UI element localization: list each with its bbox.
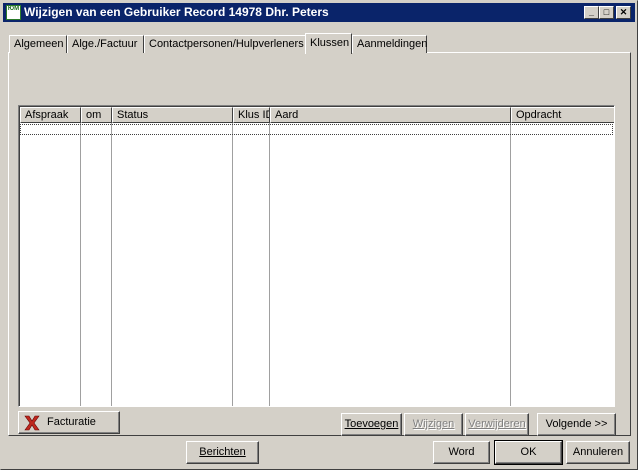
ok-label: OK [520,446,537,458]
berichten-label: Berichten [199,446,246,458]
title-bar[interactable]: ЮМ Wijzigen van een Gebruiker Record 149… [3,3,635,22]
maximize-button[interactable]: □ [599,6,614,19]
column-header-aard[interactable]: Aard [270,107,511,123]
klussen-grid[interactable]: Afspraak om Status Klus ID Aard Opdracht [18,105,615,407]
column-divider [111,123,112,406]
tab-algemeen[interactable]: Algemeen [9,35,67,53]
red-x-icon [24,415,40,431]
tab-contactpersonen[interactable]: Contactpersonen/Hulpverleners [144,35,307,53]
tab-aanmeldingen[interactable]: Aanmeldingen [352,35,427,53]
facturatie-label: Facturatie [47,416,96,428]
column-header-status[interactable]: Status [112,107,233,123]
minimize-button[interactable]: _ [584,6,599,19]
column-header-opdracht[interactable]: Opdracht [511,107,614,123]
verwijderen-button[interactable]: Verwijderen [465,413,529,436]
tab-klussen[interactable]: Klussen [305,33,352,54]
toevoegen-label: Toevoegen [344,418,399,430]
table-row[interactable] [20,124,613,135]
app-icon: ЮМ [6,5,21,20]
column-header-om[interactable]: om [81,107,112,123]
volgende-label: Volgende >> [545,418,608,430]
verwijderen-label: Verwijderen [468,418,526,430]
annuleren-label: Annuleren [572,446,624,458]
column-divider [232,123,233,406]
column-header-klus-id[interactable]: Klus ID [233,107,270,123]
berichten-button[interactable]: Berichten [186,441,259,464]
word-button[interactable]: Word [433,441,490,464]
close-button[interactable]: ✕ [616,6,631,19]
tab-alge-factuur[interactable]: Alge./Factuur [67,35,144,53]
column-divider [510,123,511,406]
column-header-afspraak[interactable]: Afspraak [20,107,81,123]
ok-button[interactable]: OK [494,440,563,465]
dialog-window: ЮМ Wijzigen van een Gebruiker Record 149… [0,0,638,470]
column-divider [80,123,81,406]
facturatie-button[interactable]: Facturatie [18,411,120,434]
wijzigen-button[interactable]: Wijzigen [404,413,463,436]
annuleren-button[interactable]: Annuleren [566,441,630,464]
toevoegen-button[interactable]: Toevoegen [341,413,402,436]
window-title: Wijzigen van een Gebruiker Record 14978 … [24,5,329,19]
volgende-button[interactable]: Volgende >> [537,413,616,436]
column-divider [269,123,270,406]
wijzigen-label: Wijzigen [412,418,455,430]
word-label: Word [448,446,475,458]
